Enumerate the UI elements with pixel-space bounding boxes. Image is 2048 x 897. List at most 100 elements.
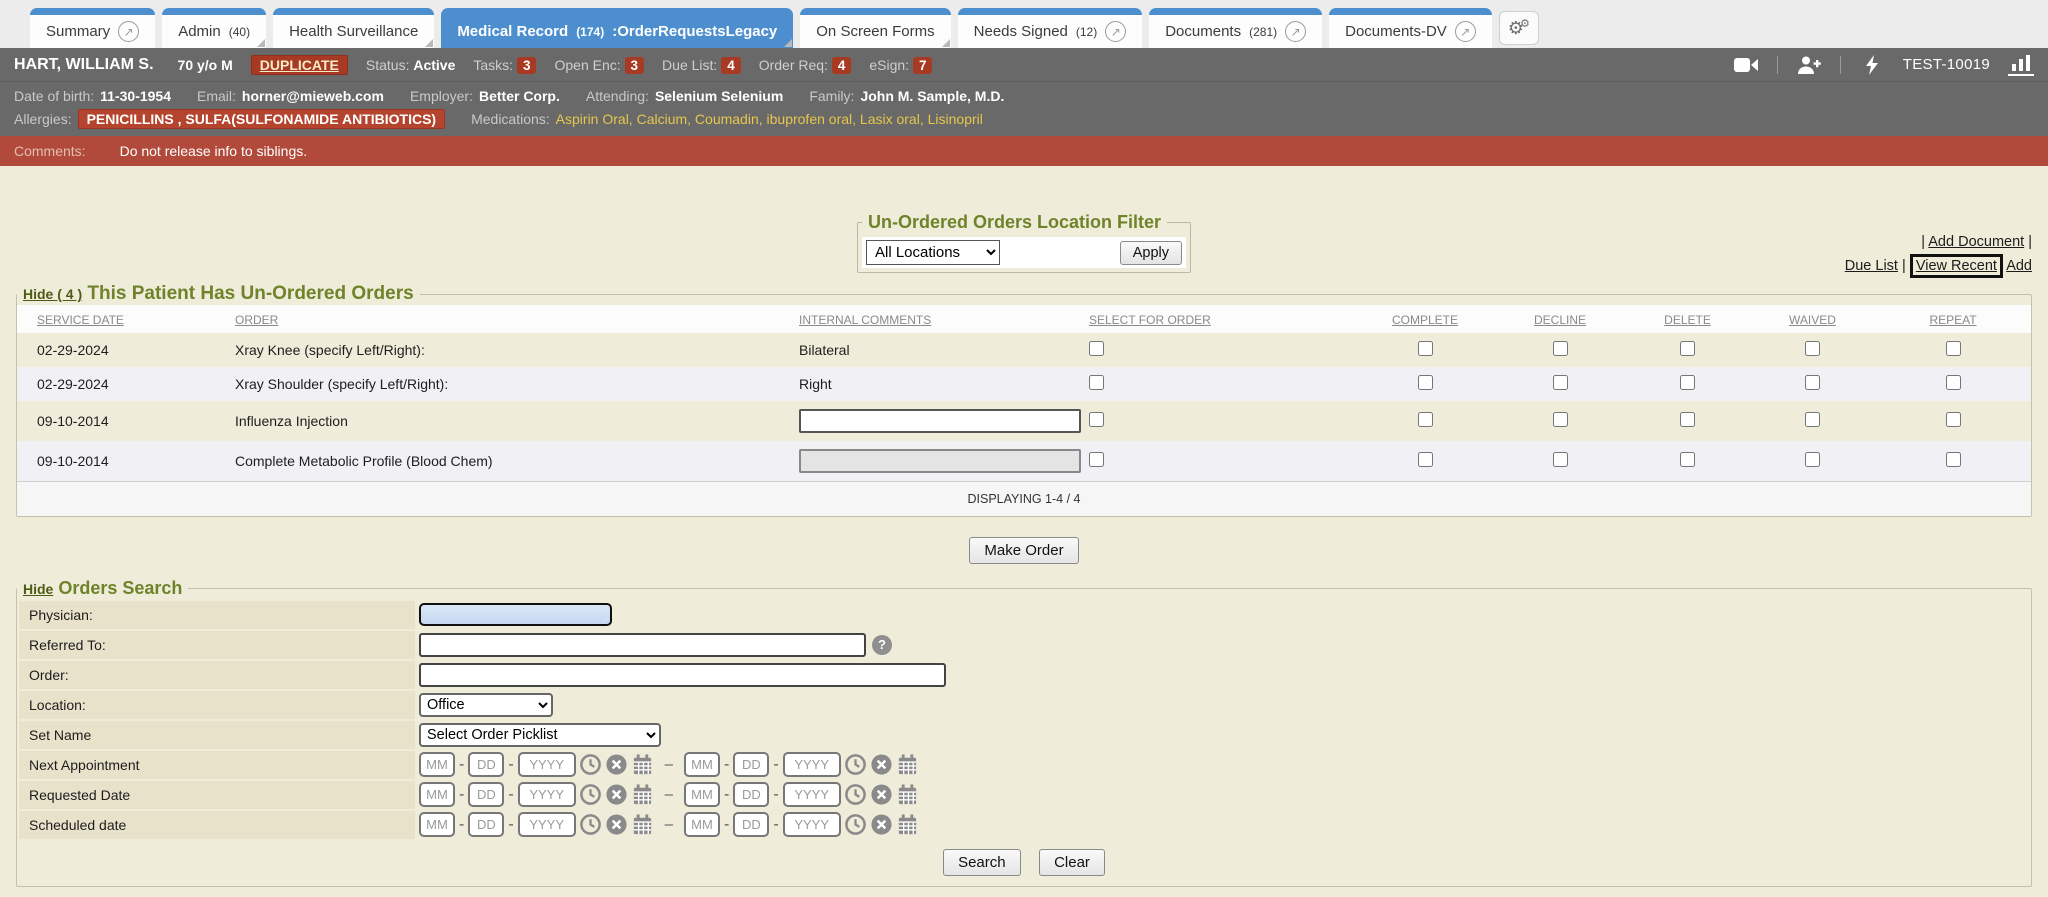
day-input[interactable] [733, 812, 769, 837]
col-select-for-order[interactable]: SELECT FOR ORDER [1085, 305, 1355, 333]
waived-checkbox[interactable] [1805, 452, 1820, 467]
clear-date-icon[interactable] [870, 753, 893, 776]
day-input[interactable] [468, 812, 504, 837]
day-input[interactable] [733, 782, 769, 807]
repeat-checkbox[interactable] [1946, 341, 1961, 356]
month-input[interactable] [419, 752, 455, 777]
add-link[interactable]: Add [2006, 258, 2032, 274]
internal-comment-input[interactable] [799, 409, 1081, 433]
hide-orders-link[interactable]: Hide ( 4 ) [23, 286, 82, 302]
tab-on-screen-forms[interactable]: On Screen Forms [800, 8, 950, 48]
clear-date-icon[interactable] [605, 783, 628, 806]
calendar-icon[interactable] [896, 753, 919, 776]
calendar-icon[interactable] [631, 753, 654, 776]
apply-button[interactable]: Apply [1120, 241, 1182, 265]
duplicate-flag[interactable]: DUPLICATE [251, 55, 348, 75]
waived-checkbox[interactable] [1805, 412, 1820, 427]
year-input[interactable] [518, 782, 576, 807]
due-list-badge[interactable]: 4 [721, 57, 741, 74]
add-document-link[interactable]: Add Document [1928, 234, 2024, 250]
clear-date-icon[interactable] [605, 753, 628, 776]
clear-button[interactable]: Clear [1039, 849, 1105, 876]
month-input[interactable] [419, 812, 455, 837]
select-for-order-checkbox[interactable] [1089, 375, 1104, 390]
month-input[interactable] [684, 752, 720, 777]
tab-summary[interactable]: Summary ↗ [30, 8, 155, 48]
open-in-new-icon[interactable]: ↗ [1455, 21, 1476, 42]
tab-documents-dv[interactable]: Documents-DV ↗ [1329, 8, 1492, 48]
tab-needs-signed[interactable]: Needs Signed (12) ↗ [958, 8, 1143, 48]
select-for-order-checkbox[interactable] [1089, 341, 1104, 356]
col-order[interactable]: ORDER [231, 305, 795, 333]
repeat-checkbox[interactable] [1946, 375, 1961, 390]
open-enc-badge[interactable]: 3 [625, 57, 645, 74]
col-repeat[interactable]: REPEAT [1875, 305, 2031, 333]
internal-comment-input[interactable] [799, 449, 1081, 473]
location-filter-select[interactable]: All Locations [866, 240, 1000, 265]
calendar-icon[interactable] [631, 783, 654, 806]
select-for-order-checkbox[interactable] [1089, 412, 1104, 427]
year-input[interactable] [518, 752, 576, 777]
decline-checkbox[interactable] [1553, 341, 1568, 356]
lightning-bolt-icon[interactable] [1859, 54, 1885, 76]
select-for-order-checkbox[interactable] [1089, 452, 1104, 467]
col-waived[interactable]: WAIVED [1750, 305, 1875, 333]
decline-checkbox[interactable] [1553, 452, 1568, 467]
complete-checkbox[interactable] [1418, 375, 1433, 390]
allergies-value[interactable]: PENICILLINS , SULFA(SULFONAMIDE ANTIBIOT… [78, 109, 445, 129]
waived-checkbox[interactable] [1805, 341, 1820, 356]
location-select[interactable]: Office [419, 693, 553, 717]
col-decline[interactable]: DECLINE [1495, 305, 1625, 333]
clock-icon[interactable] [579, 753, 602, 776]
clock-icon[interactable] [844, 753, 867, 776]
open-in-new-icon[interactable]: ↗ [1285, 21, 1306, 42]
hide-search-link[interactable]: Hide [23, 581, 53, 597]
decline-checkbox[interactable] [1553, 412, 1568, 427]
clock-icon[interactable] [844, 783, 867, 806]
tab-admin[interactable]: Admin (40) [162, 8, 266, 48]
waived-checkbox[interactable] [1805, 375, 1820, 390]
day-input[interactable] [733, 752, 769, 777]
tasks-badge[interactable]: 3 [517, 57, 537, 74]
referred-to-input[interactable] [419, 633, 866, 657]
calendar-icon[interactable] [896, 813, 919, 836]
set-name-select[interactable]: Select Order Picklist [419, 723, 661, 747]
col-delete[interactable]: DELETE [1625, 305, 1750, 333]
calendar-icon[interactable] [896, 783, 919, 806]
col-complete[interactable]: COMPLETE [1355, 305, 1495, 333]
referred-to-help-icon[interactable]: ? [872, 635, 892, 655]
year-input[interactable] [783, 752, 841, 777]
make-order-button[interactable]: Make Order [969, 537, 1078, 564]
esign-badge[interactable]: 7 [913, 57, 933, 74]
clock-icon[interactable] [579, 813, 602, 836]
search-button[interactable]: Search [943, 849, 1021, 876]
physician-input[interactable] [419, 603, 612, 626]
month-input[interactable] [684, 782, 720, 807]
clock-icon[interactable] [844, 813, 867, 836]
clear-date-icon[interactable] [605, 813, 628, 836]
add-person-icon[interactable] [1796, 54, 1822, 76]
clear-date-icon[interactable] [870, 783, 893, 806]
open-in-new-icon[interactable]: ↗ [118, 21, 139, 42]
settings-gears-icon[interactable]: ⚙⚙ [1499, 11, 1539, 45]
tab-documents[interactable]: Documents (281) ↗ [1149, 8, 1322, 48]
clear-date-icon[interactable] [870, 813, 893, 836]
medications-value[interactable]: Aspirin Oral, Calcium, Coumadin, ibuprof… [556, 111, 983, 127]
tab-medical-record[interactable]: Medical Record (174) :OrderRequestsLegac… [441, 8, 793, 48]
month-input[interactable] [684, 812, 720, 837]
repeat-checkbox[interactable] [1946, 452, 1961, 467]
bar-chart-icon[interactable] [2008, 54, 2034, 76]
year-input[interactable] [783, 812, 841, 837]
calendar-icon[interactable] [631, 813, 654, 836]
complete-checkbox[interactable] [1418, 412, 1433, 427]
year-input[interactable] [518, 812, 576, 837]
repeat-checkbox[interactable] [1946, 412, 1961, 427]
video-camera-icon[interactable] [1733, 54, 1759, 76]
col-service-date[interactable]: SERVICE DATE [17, 305, 231, 333]
tab-health-surveillance[interactable]: Health Surveillance [273, 8, 434, 48]
order-req-badge[interactable]: 4 [832, 57, 852, 74]
complete-checkbox[interactable] [1418, 452, 1433, 467]
day-input[interactable] [468, 752, 504, 777]
month-input[interactable] [419, 782, 455, 807]
delete-checkbox[interactable] [1680, 341, 1695, 356]
